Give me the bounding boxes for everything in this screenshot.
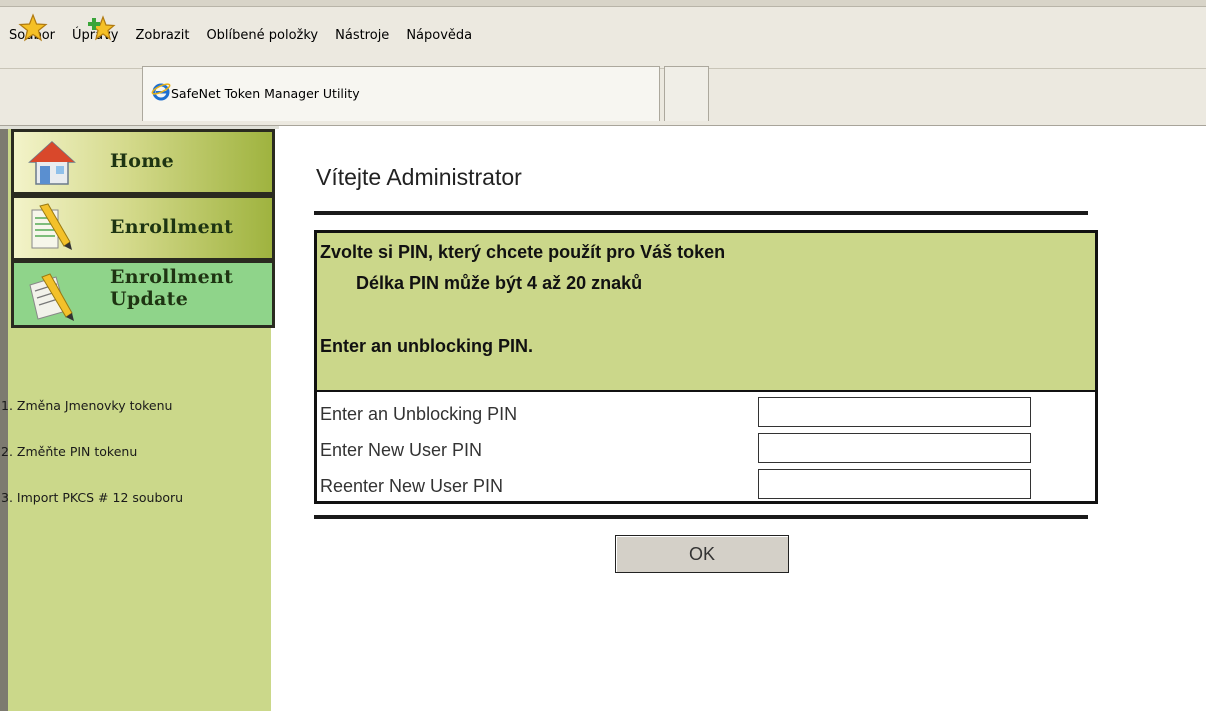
new-user-pin-input[interactable] — [758, 433, 1031, 463]
top-divider — [314, 211, 1088, 215]
sidebar-links: 1. Změna Jmenovky tokenu 2. Změňte PIN t… — [1, 398, 183, 536]
reenter-user-pin-input[interactable] — [758, 469, 1031, 499]
sidebar-link-rename-token[interactable]: 1. Změna Jmenovky tokenu — [1, 398, 183, 444]
add-favorites-icon[interactable] — [86, 13, 116, 43]
unblocking-pin-label: Enter an Unblocking PIN — [320, 404, 518, 424]
nav-home-label: Home — [110, 150, 175, 172]
form-row-reenter-user-pin: Reenter New User PIN — [317, 466, 1095, 502]
new-tab-button[interactable] — [664, 66, 709, 121]
instruction-pin-length: Délka PIN může být 4 až 20 znaků — [356, 273, 643, 293]
window-edge — [0, 6, 1206, 7]
page-title: Vítejte Administrator — [316, 164, 522, 190]
menu-nastroje[interactable]: Nástroje — [335, 28, 389, 43]
new-user-pin-label: Enter New User PIN — [320, 440, 483, 460]
reenter-user-pin-label: Reenter New User PIN — [320, 476, 504, 496]
pin-form-panel: Zvolte si PIN, který chcete použít pro V… — [314, 230, 1098, 504]
nav-enrollment-update-line1: Enrollment — [110, 266, 234, 288]
pencil-notepad-icon — [31, 203, 72, 250]
tab-title: SafeNet Token Manager Utility — [171, 86, 360, 101]
sidebar-link-change-pin[interactable]: 2. Změňte PIN tokenu — [1, 444, 183, 490]
pin-instructions: Zvolte si PIN, který chcete použít pro V… — [317, 233, 1095, 392]
nav-enrollment-update[interactable]: Enrollment Update — [11, 260, 275, 328]
nav-home[interactable]: Home — [11, 129, 275, 195]
menu-zobrazit[interactable]: Zobrazit — [135, 28, 189, 43]
ok-button[interactable]: OK — [615, 535, 789, 573]
menu-bar: Soubor Úpravy Zobrazit Oblíbené položky … — [0, 0, 1206, 69]
menu-items: Soubor Úpravy Zobrazit Oblíbené položky … — [9, 28, 489, 43]
nav-enrollment[interactable]: Enrollment — [11, 195, 275, 261]
home-icon — [28, 140, 76, 185]
bottom-divider — [314, 515, 1088, 519]
nav-enrollment-update-line2: Update — [110, 288, 189, 310]
browser-tab[interactable]: SafeNet Token Manager Utility — [142, 66, 660, 121]
nav-enrollment-update-label: Enrollment Update — [110, 266, 233, 310]
menu-oblibene-polozky[interactable]: Oblíbené položky — [206, 28, 318, 43]
sidebar-link-import-pkcs12[interactable]: 3. Import PKCS # 12 souboru — [1, 490, 183, 536]
instruction-choose-pin: Zvolte si PIN, který chcete použít pro V… — [320, 242, 726, 262]
menu-napoveda[interactable]: Nápověda — [406, 28, 472, 43]
form-row-new-user-pin: Enter New User PIN — [317, 430, 1095, 466]
sidebar: Home Enrollment Enrollment Update 1. Změ… — [0, 126, 279, 711]
form-row-unblocking-pin: Enter an Unblocking PIN — [317, 394, 1095, 430]
internet-explorer-icon — [151, 83, 171, 101]
pencil-notepad-update-icon — [29, 273, 74, 321]
favorites-star-icon[interactable] — [18, 13, 48, 43]
instruction-unblocking-pin: Enter an unblocking PIN. — [320, 336, 534, 356]
unblocking-pin-input[interactable] — [758, 397, 1031, 427]
nav-enrollment-label: Enrollment — [110, 216, 234, 238]
